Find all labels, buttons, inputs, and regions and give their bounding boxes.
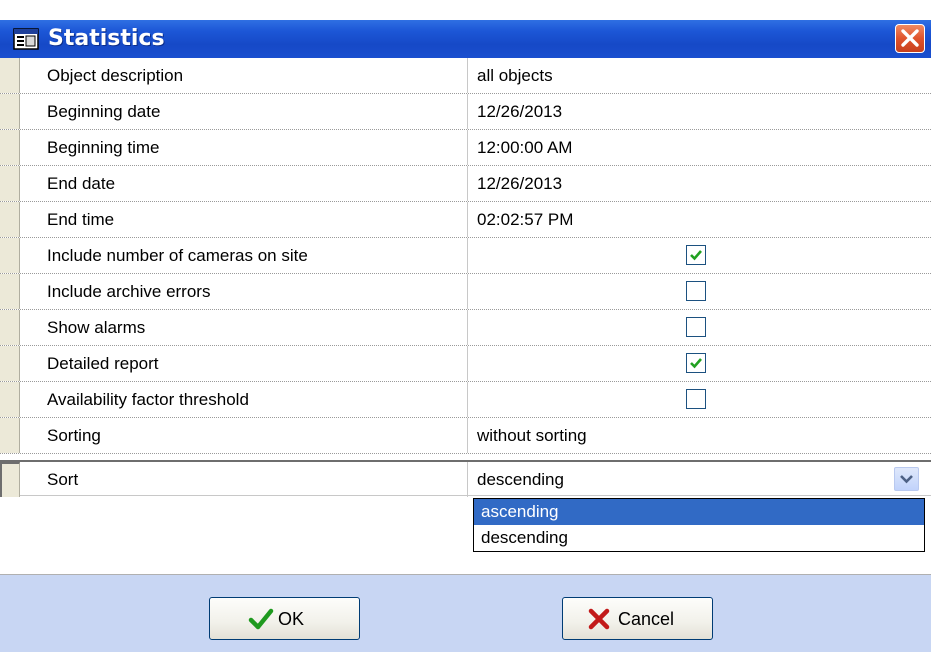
property-row-object-description[interactable]: Object description all objects (0, 58, 931, 94)
ok-button-label: OK (278, 609, 305, 629)
row-gutter (0, 418, 20, 453)
property-row-include-cameras[interactable]: Include number of cameras on site (0, 238, 931, 274)
property-name: Object description (22, 58, 468, 93)
sort-dropdown-button[interactable] (894, 467, 919, 491)
property-name: Sorting (22, 418, 468, 453)
row-gutter (0, 58, 20, 93)
row-gutter (0, 310, 20, 345)
row-gutter (0, 238, 20, 273)
sort-select[interactable]: descending (468, 462, 931, 497)
checkmark-icon (690, 358, 702, 369)
property-value-beginning-date[interactable]: 12/26/2013 (468, 94, 931, 129)
property-name: Beginning date (22, 94, 468, 129)
cancel-button[interactable]: Cancel (562, 597, 713, 640)
button-bar: OK Cancel (0, 574, 931, 652)
close-icon (901, 29, 919, 47)
property-value-beginning-time[interactable]: 12:00:00 AM (468, 130, 931, 165)
row-gutter (0, 166, 20, 201)
property-value-detailed-report (468, 346, 931, 381)
property-value-include-cameras (468, 238, 931, 273)
property-value-show-alarms (468, 310, 931, 345)
property-row-availability-threshold[interactable]: Availability factor threshold (0, 382, 931, 418)
sort-dropdown-list: ascending descending (473, 498, 925, 552)
row-gutter (0, 462, 20, 497)
property-name: Include number of cameras on site (22, 238, 468, 273)
cancel-button-label: Cancel (618, 609, 675, 629)
property-name: Detailed report (22, 346, 468, 381)
property-row-end-date[interactable]: End date 12/26/2013 (0, 166, 931, 202)
property-value-object-description[interactable]: all objects (468, 58, 931, 93)
row-gutter (0, 346, 20, 381)
property-row-sorting[interactable]: Sorting without sorting (0, 418, 931, 454)
sort-option-descending[interactable]: descending (474, 525, 924, 551)
property-value-end-time[interactable]: 02:02:57 PM (468, 202, 931, 237)
property-value-availability-threshold (468, 382, 931, 417)
title-bar[interactable]: Statistics (0, 20, 931, 58)
property-name: Include archive errors (22, 274, 468, 309)
property-name: Beginning time (22, 130, 468, 165)
availability-threshold-checkbox[interactable] (686, 389, 706, 409)
window-icon (13, 28, 39, 50)
statistics-dialog: Statistics Object description all object… (0, 0, 931, 652)
chevron-down-icon (900, 475, 913, 484)
row-gutter (0, 94, 20, 129)
property-name: End date (22, 166, 468, 201)
property-row-beginning-time[interactable]: Beginning time 12:00:00 AM (0, 130, 931, 166)
property-name: End time (22, 202, 468, 237)
property-row-show-alarms[interactable]: Show alarms (0, 310, 931, 346)
include-archive-errors-checkbox[interactable] (686, 281, 706, 301)
property-value-end-date[interactable]: 12/26/2013 (468, 166, 931, 201)
include-cameras-checkbox[interactable] (686, 245, 706, 265)
property-value-include-archive-errors (468, 274, 931, 309)
property-row-detailed-report[interactable]: Detailed report (0, 346, 931, 382)
row-gutter (0, 130, 20, 165)
row-gutter (0, 202, 20, 237)
property-row-sort[interactable]: Sort descending (0, 460, 931, 497)
property-name: Sort (22, 462, 468, 497)
property-name: Show alarms (22, 310, 468, 345)
x-icon (587, 607, 611, 636)
checkmark-icon (248, 607, 274, 636)
ok-button[interactable]: OK (209, 597, 360, 640)
checkmark-icon (690, 250, 702, 261)
detailed-report-checkbox[interactable] (686, 353, 706, 373)
window-title: Statistics (48, 26, 165, 51)
property-row-end-time[interactable]: End time 02:02:57 PM (0, 202, 931, 238)
close-button[interactable] (895, 24, 925, 53)
sort-select-value: descending (477, 470, 564, 489)
property-row-beginning-date[interactable]: Beginning date 12/26/2013 (0, 94, 931, 130)
property-value-sorting[interactable]: without sorting (468, 418, 931, 453)
property-row-include-archive-errors[interactable]: Include archive errors (0, 274, 931, 310)
row-gutter (0, 382, 20, 417)
row-gutter (0, 274, 20, 309)
property-name: Availability factor threshold (22, 382, 468, 417)
show-alarms-checkbox[interactable] (686, 317, 706, 337)
sort-option-ascending[interactable]: ascending (474, 499, 924, 525)
